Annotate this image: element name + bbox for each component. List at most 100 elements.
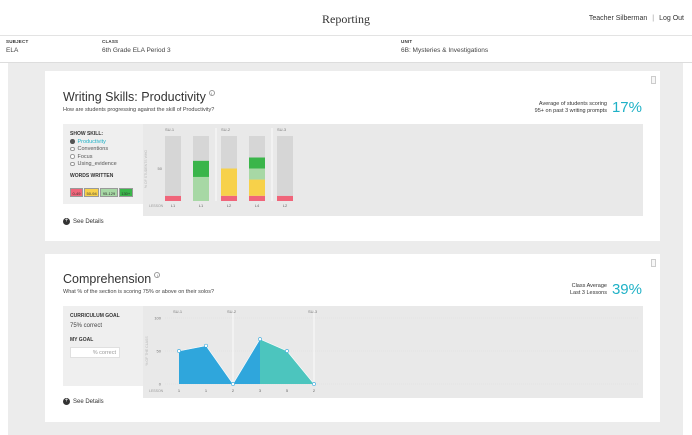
- class-value: 6th Grade ELA Period 3: [102, 47, 171, 54]
- unit-label: SU-1: [173, 309, 183, 314]
- bar-segment: [165, 195, 181, 201]
- data-point: [177, 349, 181, 353]
- unit-label: SU-3: [308, 309, 318, 314]
- unit-label: SU-2: [227, 309, 237, 314]
- teacher-name[interactable]: Teacher Silberman: [589, 15, 647, 22]
- subject-filter[interactable]: SUBJECT ELA: [6, 39, 28, 54]
- comprehension-chart: % OF THE CLASS 0 50 100 LESSON SU-1 SU-2 SU-3 1 1…: [145, 309, 638, 393]
- logout-link[interactable]: Log Out: [659, 15, 684, 22]
- data-point: [258, 337, 262, 342]
- x-tick-label: 2: [313, 388, 316, 393]
- productivity-chart: % OF STUDENTS WHO 50 LESSON SU-1 SU-2 SU-3 L1 L…: [144, 127, 293, 208]
- data-point: [204, 343, 208, 348]
- comprehension-title: Comprehension i: [63, 272, 161, 286]
- plus-icon: +: [63, 218, 70, 225]
- filter-bar: SUBJECT ELA CLASS 6th Grade ELA Period 3…: [0, 36, 692, 63]
- goal-panel: CURRICULUM GOAL 75% correct MY GOAL % co…: [63, 306, 143, 386]
- skill-option-focus[interactable]: Focus: [70, 154, 143, 160]
- subject-value: ELA: [6, 47, 19, 54]
- bar-segment: [193, 176, 209, 201]
- unit-label: UNIT: [401, 39, 413, 44]
- bar-remainder: [249, 136, 265, 158]
- y-tick-label: 0: [159, 382, 162, 387]
- skill-option-productivity[interactable]: Productivity: [70, 139, 143, 145]
- separator: |: [652, 15, 655, 22]
- x-tick-label: 3: [259, 388, 262, 393]
- legend-0-49: 0-49: [70, 188, 84, 197]
- stat-label-line1: Average of students scoring: [538, 100, 607, 107]
- productivity-stat: Average of students scoring 95+ on past …: [535, 99, 642, 116]
- x-tick-label: 1: [178, 388, 181, 393]
- plus-icon: +: [63, 398, 70, 405]
- y-tick-label: 50: [157, 349, 162, 354]
- x-tick-label: L4: [255, 203, 260, 208]
- x-tick-label: L2: [283, 203, 288, 208]
- x-tick-label: 2: [232, 388, 235, 393]
- bar-remainder: [165, 136, 181, 196]
- unit-label: SU-3: [277, 127, 287, 132]
- user-menu: Teacher Silberman | Log Out: [589, 15, 684, 22]
- productivity-chart-area: % OF STUDENTS WHO 50 LESSON SU-1 SU-2 SU-3 L1 L…: [143, 124, 643, 216]
- unit-value: 6B: Mysteries & Investigations: [401, 47, 489, 54]
- productivity-title: Writing Skills: Productivity i: [63, 90, 215, 104]
- bar-segment: [249, 157, 265, 169]
- bar-segment: [193, 160, 209, 177]
- curriculum-goal-value: 75% correct: [70, 323, 103, 329]
- x-tick-label: L1: [199, 203, 204, 208]
- data-point: [231, 382, 235, 386]
- bar-segment: [249, 168, 265, 180]
- curriculum-goal-label: CURRICULUM GOAL: [70, 313, 120, 319]
- radio-icon: [70, 139, 75, 144]
- top-bar: Reporting Teacher Silberman | Log Out: [0, 0, 692, 36]
- x-axis-label: LESSON: [149, 389, 164, 393]
- bar-remainder: [277, 136, 293, 196]
- stat-label-line2: Last 3 Lessons: [569, 289, 607, 296]
- bar-segment: [221, 195, 237, 201]
- productivity-stat-value: 17%: [611, 99, 642, 116]
- data-point: [285, 349, 289, 353]
- my-goal-input[interactable]: % correct: [70, 347, 120, 358]
- radio-icon: [70, 154, 75, 159]
- y-axis-label: % OF THE CLASS: [145, 336, 149, 366]
- unit-filter[interactable]: UNIT 6B: Mysteries & Investigations: [401, 39, 488, 54]
- bar-segment: [221, 168, 237, 196]
- class-label: CLASS: [102, 39, 119, 44]
- unit-label: SU-1: [165, 127, 175, 132]
- productivity-question: How are students progressing against the…: [63, 107, 215, 113]
- bar-remainder: [193, 136, 209, 161]
- class-filter[interactable]: CLASS 6th Grade ELA Period 3: [102, 39, 171, 54]
- my-goal-label: MY GOAL: [70, 337, 94, 343]
- skill-option-conventions[interactable]: Conventions: [70, 146, 143, 152]
- see-details-button[interactable]: + See Details: [63, 218, 104, 225]
- x-tick-label: 5: [286, 388, 289, 393]
- unit-label: SU-2: [221, 127, 231, 132]
- x-tick-label: L2: [227, 203, 232, 208]
- show-skill-label: SHOW SKILL:: [70, 131, 104, 137]
- see-details-button[interactable]: + See Details: [63, 398, 104, 405]
- skill-panel: SHOW SKILL: Productivity Conventions Foc…: [63, 124, 143, 204]
- skill-option-using-evidence[interactable]: Using_evidence: [70, 161, 143, 167]
- stat-label-line1: Class Average: [571, 282, 607, 289]
- x-tick-label: 1: [205, 388, 208, 393]
- card-menu-icon[interactable]: [651, 76, 656, 84]
- comprehension-card: Comprehension i What % of the section is …: [45, 254, 660, 422]
- stat-label-line2: 95+ on past 3 writing prompts: [534, 107, 607, 114]
- area-segment: [260, 339, 314, 384]
- legend-130-plus: 130+: [118, 188, 133, 197]
- comprehension-question: What % of the section is scoring 75% or …: [63, 289, 215, 295]
- comprehension-stat: Class Average Last 3 Lessons 39%: [570, 281, 642, 298]
- bar-segment: [277, 195, 293, 201]
- bar-remainder: [221, 136, 237, 169]
- info-icon[interactable]: i: [208, 90, 215, 96]
- bar-segment: [249, 179, 265, 196]
- legend-95-129: 95-129: [100, 188, 118, 197]
- comprehension-chart-area: % OF THE CLASS 0 50 100 LESSON SU-1 SU-2 SU-3 1 1…: [143, 306, 643, 398]
- card-menu-icon[interactable]: [651, 259, 656, 267]
- comprehension-stat-value: 39%: [611, 281, 642, 298]
- data-point: [312, 382, 316, 386]
- info-icon[interactable]: i: [154, 272, 161, 278]
- y-axis-label: % OF STUDENTS WHO: [144, 150, 148, 189]
- subject-label: SUBJECT: [6, 39, 29, 44]
- radio-icon: [70, 161, 75, 167]
- legend-50-94: 50-94: [84, 188, 100, 197]
